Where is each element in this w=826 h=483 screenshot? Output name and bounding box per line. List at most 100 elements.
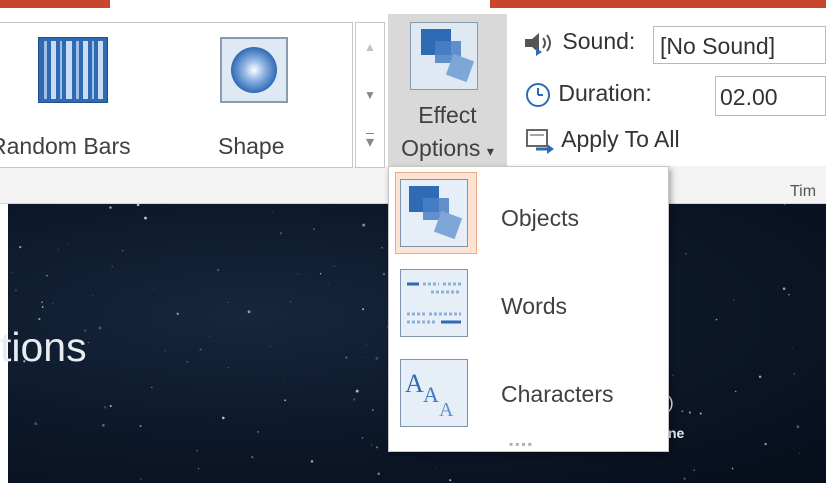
sound-dropdown[interactable]: [No Sound] bbox=[653, 26, 826, 64]
star bbox=[345, 356, 348, 359]
timing-group-label: Tim bbox=[790, 183, 817, 200]
star bbox=[792, 347, 793, 348]
star bbox=[372, 409, 374, 411]
star bbox=[251, 456, 254, 459]
gallery-item-random-bars[interactable]: Random Bars bbox=[0, 23, 170, 167]
star bbox=[139, 425, 142, 428]
star bbox=[375, 446, 378, 449]
star bbox=[683, 477, 686, 480]
duration-label: Duration: bbox=[558, 80, 652, 106]
star bbox=[87, 341, 90, 344]
words-icon bbox=[400, 269, 468, 337]
menu-item-words[interactable]: Words bbox=[389, 257, 668, 345]
gallery-item-shape[interactable]: Shape bbox=[200, 23, 320, 167]
star bbox=[164, 350, 166, 352]
apply-to-all-icon bbox=[526, 128, 554, 154]
star bbox=[449, 479, 452, 482]
star bbox=[216, 268, 220, 272]
menu-resize-handle[interactable]: ▪▪▪▪ bbox=[509, 437, 534, 451]
star bbox=[782, 287, 786, 291]
menu-item-characters[interactable]: A A A Characters bbox=[389, 347, 668, 435]
effect-options-menu: Objects Words A A A Characters ▪▪▪▪ bbox=[388, 166, 669, 452]
star bbox=[382, 272, 386, 276]
star bbox=[199, 348, 202, 351]
menu-item-label: Characters bbox=[501, 381, 614, 407]
gallery-more-button[interactable]: ▾ bbox=[356, 119, 384, 167]
star bbox=[370, 444, 373, 446]
star bbox=[310, 460, 314, 463]
menu-item-objects[interactable]: Objects bbox=[389, 167, 668, 255]
star bbox=[313, 228, 315, 231]
star bbox=[715, 318, 718, 321]
star bbox=[41, 306, 44, 308]
star bbox=[738, 362, 739, 363]
star bbox=[109, 206, 112, 209]
star bbox=[257, 431, 259, 433]
star bbox=[290, 301, 291, 303]
star bbox=[381, 246, 384, 249]
menu-item-label: Words bbox=[501, 293, 568, 319]
star bbox=[19, 245, 22, 249]
effect-options-label-line2: Options ▾ bbox=[401, 135, 494, 161]
objects-icon bbox=[400, 179, 468, 247]
star bbox=[57, 248, 59, 250]
chevron-up-icon: ▲ bbox=[364, 40, 376, 54]
ribbon-top-accent-gap bbox=[110, 0, 490, 8]
random-bars-icon bbox=[38, 37, 108, 103]
star bbox=[699, 412, 702, 415]
star bbox=[98, 326, 102, 330]
star bbox=[352, 398, 356, 401]
star bbox=[688, 411, 692, 414]
star bbox=[92, 295, 94, 296]
star bbox=[365, 356, 367, 358]
sound-row: Sound: bbox=[522, 28, 635, 56]
star bbox=[731, 467, 734, 470]
star bbox=[219, 470, 221, 472]
star bbox=[198, 468, 200, 470]
star bbox=[355, 389, 359, 393]
star bbox=[10, 271, 12, 273]
star bbox=[121, 250, 124, 252]
star bbox=[319, 273, 322, 275]
svg-text:A: A bbox=[423, 382, 439, 407]
star bbox=[796, 425, 800, 429]
star bbox=[788, 293, 790, 296]
chevron-down-icon: ▼ bbox=[364, 88, 376, 102]
star bbox=[764, 442, 767, 446]
star bbox=[208, 335, 210, 337]
star bbox=[799, 452, 801, 454]
characters-icon: A A A bbox=[400, 359, 468, 427]
star bbox=[284, 399, 287, 402]
star bbox=[435, 466, 437, 468]
star bbox=[784, 204, 786, 206]
transition-gallery: Random Bars Shape bbox=[0, 22, 353, 168]
apply-to-all-button[interactable]: Apply To All bbox=[524, 126, 680, 155]
star bbox=[111, 265, 114, 268]
star bbox=[362, 223, 366, 227]
gallery-scroll: ▲ ▼ ▾ bbox=[355, 22, 385, 168]
gallery-scroll-up-button[interactable]: ▲ bbox=[356, 23, 384, 71]
star bbox=[139, 478, 142, 480]
svg-text:A: A bbox=[439, 399, 454, 421]
duration-input[interactable]: 02.00 bbox=[715, 76, 826, 116]
star bbox=[365, 344, 367, 346]
star bbox=[328, 282, 329, 284]
star bbox=[793, 373, 795, 375]
star bbox=[685, 253, 687, 255]
star bbox=[227, 301, 229, 304]
star bbox=[227, 366, 229, 368]
star bbox=[681, 410, 684, 413]
star bbox=[34, 422, 38, 426]
star bbox=[38, 317, 41, 321]
gallery-item-label: Random Bars bbox=[0, 133, 131, 159]
star bbox=[375, 357, 379, 360]
duration-row: Duration: bbox=[524, 80, 652, 109]
star bbox=[14, 289, 17, 292]
effect-options-button[interactable]: Effect Options ▾ bbox=[388, 14, 507, 166]
gallery-scroll-down-button[interactable]: ▼ bbox=[356, 71, 384, 119]
sound-label: Sound: bbox=[562, 28, 636, 54]
star bbox=[101, 423, 105, 427]
star bbox=[41, 301, 43, 303]
star bbox=[196, 449, 198, 452]
effect-options-label-line1: Effect bbox=[418, 102, 477, 128]
